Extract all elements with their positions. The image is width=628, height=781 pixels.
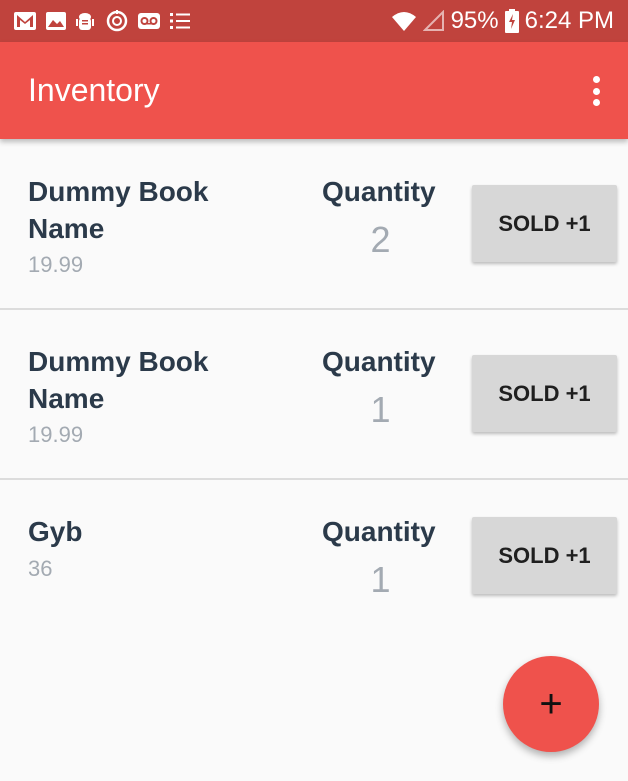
quantity-value: 1 — [370, 559, 391, 600]
more-vert-icon[interactable] — [590, 76, 602, 106]
battery-percent: 95% — [450, 7, 499, 34]
battery-charging-icon — [504, 9, 519, 33]
page-title: Inventory — [28, 72, 160, 108]
item-price: 19.99 — [28, 252, 84, 277]
divider — [0, 478, 628, 480]
app-bar: Inventory — [0, 42, 628, 139]
sold-plus-one-button[interactable]: SOLD +1 — [472, 185, 617, 262]
item-name: Dummy Book Name — [28, 346, 209, 414]
item-price: 36 — [28, 556, 53, 581]
add-icon: + — [539, 681, 563, 726]
divider — [0, 308, 628, 310]
photo-icon — [44, 9, 68, 33]
gmail-icon — [12, 9, 38, 33]
sold-plus-one-button[interactable]: SOLD +1 — [472, 355, 617, 432]
quantity-value: 1 — [370, 389, 391, 430]
voicemail-icon — [136, 9, 162, 33]
android-debug-icon — [74, 9, 96, 33]
quantity-value: 2 — [370, 219, 391, 260]
item-price: 19.99 — [28, 422, 84, 447]
checklist-icon — [168, 9, 192, 33]
wifi-icon — [391, 10, 417, 32]
clock-time: 6:24 PM — [524, 7, 614, 34]
quantity-label: Quantity — [322, 516, 436, 547]
signal-icon — [422, 10, 445, 32]
sold-plus-one-button[interactable]: SOLD +1 — [472, 517, 617, 594]
quantity-label: Quantity — [322, 346, 436, 377]
item-name: Dummy Book Name — [28, 176, 209, 244]
add-item-button[interactable]: + — [503, 656, 599, 752]
quantity-label: Quantity — [322, 176, 436, 207]
item-name: Gyb — [28, 516, 83, 547]
status-bar: 95% 6:24 PM — [0, 0, 628, 42]
clock-sync-icon — [104, 9, 130, 33]
